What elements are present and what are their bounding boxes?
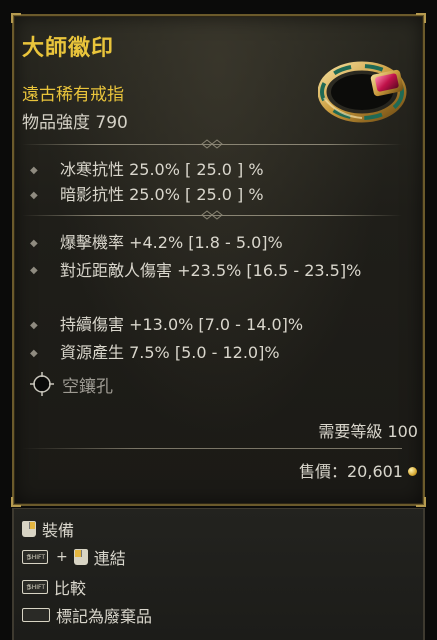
corner-ornament bbox=[11, 497, 21, 507]
corner-ornament bbox=[11, 13, 21, 23]
controls-panel: 裝備 ⇧ SHIFT + 連結 ⇧ SHIFT 比較 標記為廢棄品 bbox=[12, 508, 425, 640]
section-divider bbox=[22, 209, 402, 221]
level-requirement: 需要等級 100 bbox=[318, 422, 418, 441]
item-type: 遠古稀有戒指 bbox=[22, 85, 124, 105]
price-divider bbox=[22, 448, 402, 449]
affix-stat: ◆ 對近距敵人傷害 +23.5% [16.5 - 23.5]% bbox=[30, 261, 362, 280]
diamond-bullet-icon: ◆ bbox=[30, 165, 38, 176]
ring-icon bbox=[318, 61, 407, 123]
corner-ornament bbox=[416, 497, 426, 507]
shift-key-icon: ⇧ SHIFT bbox=[22, 580, 48, 594]
section-divider bbox=[22, 138, 402, 150]
diamond-bullet-icon: ◆ bbox=[30, 265, 38, 276]
control-compare[interactable]: ⇧ SHIFT 比較 bbox=[22, 575, 86, 599]
gold-coin-icon bbox=[408, 467, 417, 476]
control-compare-label: 比較 bbox=[54, 579, 87, 598]
control-junk[interactable]: 標記為廢棄品 bbox=[22, 603, 152, 627]
left-mouse-icon bbox=[73, 549, 88, 565]
socket-label: 空鑲孔 bbox=[62, 377, 113, 397]
item-power: 物品強度 790 bbox=[22, 113, 128, 133]
sell-price-text: 售價：20,601 bbox=[299, 462, 403, 481]
resist-stat: ◆ 冰寒抗性 25.0% [ 25.0 ] % bbox=[30, 158, 264, 182]
item-name: 大師徽印 bbox=[22, 36, 115, 61]
sell-price: 售價：20,601 bbox=[299, 458, 417, 482]
affix-stat: ◆ 持續傷害 +13.0% [7.0 - 14.0]% bbox=[30, 313, 303, 337]
corner-ornament bbox=[416, 13, 426, 23]
affix-stat: ◆ 爆擊機率 +4.2% [1.8 - 5.0]% bbox=[30, 231, 283, 255]
diamond-bullet-icon: ◆ bbox=[30, 238, 38, 249]
diamond-bullet-icon: ◆ bbox=[30, 348, 38, 359]
control-equip-label: 裝備 bbox=[42, 521, 75, 540]
spacebar-key-icon bbox=[22, 608, 50, 622]
control-link[interactable]: ⇧ SHIFT + 連結 bbox=[22, 545, 126, 569]
control-link-label: 連結 bbox=[93, 549, 126, 568]
control-junk-label: 標記為廢棄品 bbox=[56, 607, 153, 626]
shift-key-icon: ⇧ SHIFT bbox=[22, 550, 48, 564]
right-mouse-icon bbox=[22, 521, 36, 537]
empty-socket-icon bbox=[30, 372, 54, 396]
diamond-bullet-icon: ◆ bbox=[30, 320, 38, 331]
resist-stat: ◆ 暗影抗性 25.0% [ 25.0 ] % bbox=[30, 183, 264, 207]
affix-stat: ◆ 資源產生 7.5% [5.0 - 12.0]% bbox=[30, 341, 280, 365]
plus-sign: + bbox=[56, 549, 68, 565]
control-equip[interactable]: 裝備 bbox=[22, 517, 74, 541]
diamond-bullet-icon: ◆ bbox=[30, 190, 38, 201]
